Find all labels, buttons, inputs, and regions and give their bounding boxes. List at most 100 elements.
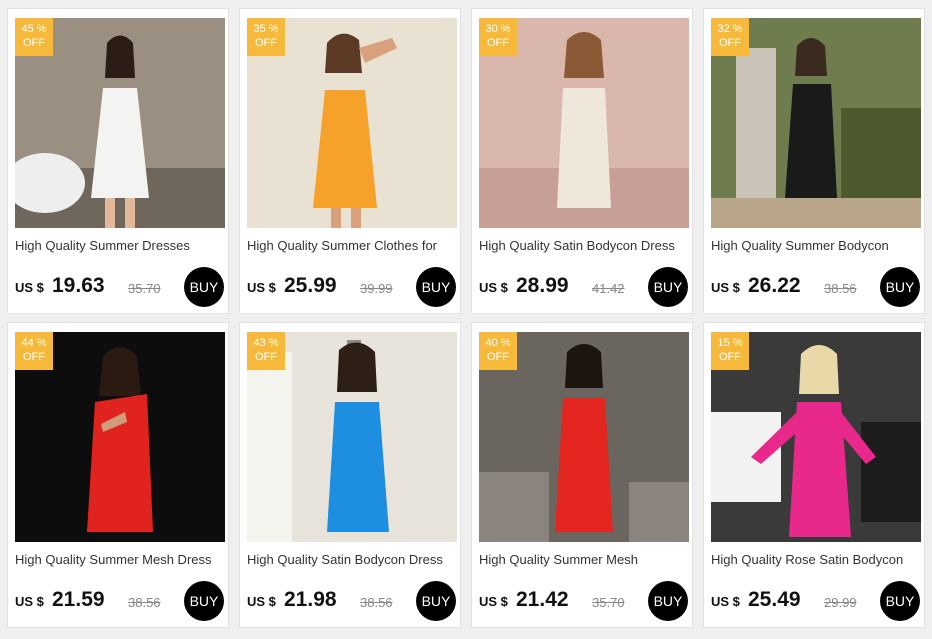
currency-label: US $	[15, 594, 44, 609]
currency-label: US $	[15, 280, 44, 295]
discount-off-label: OFF	[719, 351, 741, 363]
original-price: 41.42	[592, 281, 625, 296]
discount-badge: 35 % OFF	[247, 18, 285, 56]
model-hair	[799, 345, 839, 394]
dress-shape	[557, 88, 611, 208]
product-card[interactable]: 35 % OFF High Quality Summer Clothes for…	[239, 8, 461, 314]
discount-off-label: OFF	[255, 37, 277, 49]
current-price: 25.99	[284, 274, 337, 297]
statue-pedestal	[736, 48, 776, 198]
model-hair	[564, 32, 604, 78]
buy-button[interactable]: BUY	[416, 581, 456, 621]
model-leg	[331, 208, 341, 228]
car	[861, 422, 921, 522]
discount-off-label: OFF	[255, 351, 277, 363]
discount-badge: 40 % OFF	[479, 332, 517, 370]
model-hair	[99, 347, 141, 396]
original-price: 35.70	[592, 595, 625, 610]
current-price: 19.63	[52, 274, 105, 297]
original-price: 29.99	[824, 595, 857, 610]
product-title[interactable]: High Quality Satin Bodycon Dress	[247, 552, 459, 567]
product-title[interactable]: High Quality Rose Satin Bodycon	[711, 552, 923, 567]
product-image[interactable]: 43 % OFF	[247, 332, 457, 542]
product-card[interactable]: 45 % OFF High Quality Summer Dresses US …	[7, 8, 229, 314]
product-title[interactable]: High Quality Summer Clothes for	[247, 238, 459, 253]
discount-off-label: OFF	[487, 37, 509, 49]
product-card[interactable]: 15 % OFF High Quality Rose Satin Bodycon…	[703, 322, 925, 628]
buy-button[interactable]: BUY	[880, 581, 920, 621]
product-grid: 45 % OFF High Quality Summer Dresses US …	[0, 0, 932, 639]
product-card[interactable]: 43 % OFF High Quality Satin Bodycon Dres…	[239, 322, 461, 628]
discount-badge: 44 % OFF	[15, 332, 53, 370]
current-price: 21.59	[52, 588, 105, 611]
buy-button[interactable]: BUY	[880, 267, 920, 307]
model-hair	[795, 38, 827, 76]
currency-label: US $	[247, 594, 276, 609]
discount-badge: 45 % OFF	[15, 18, 53, 56]
product-title[interactable]: High Quality Satin Bodycon Dress	[479, 238, 691, 253]
dress-shape	[785, 84, 837, 198]
current-price: 25.49	[748, 588, 801, 611]
discount-percent: 30 %	[485, 23, 511, 35]
currency-label: US $	[711, 280, 740, 295]
window	[247, 352, 292, 542]
discount-badge: 15 % OFF	[711, 332, 749, 370]
current-price: 28.99	[516, 274, 569, 297]
currency-label: US $	[479, 280, 508, 295]
original-price: 38.56	[824, 281, 857, 296]
product-image[interactable]: 15 % OFF	[711, 332, 921, 542]
original-price: 38.56	[128, 595, 161, 610]
current-price: 21.98	[284, 588, 337, 611]
car	[711, 412, 781, 502]
discount-off-label: OFF	[719, 37, 741, 49]
rock	[629, 482, 689, 542]
ground	[711, 198, 921, 228]
discount-off-label: OFF	[23, 37, 45, 49]
original-price: 39.99	[360, 281, 393, 296]
model-hair	[565, 344, 603, 388]
original-price: 38.56	[360, 595, 393, 610]
current-price: 21.42	[516, 588, 569, 611]
current-price: 26.22	[748, 274, 801, 297]
model-leg	[125, 198, 135, 228]
model-hair	[325, 33, 362, 73]
dress-shape	[555, 398, 613, 532]
product-title[interactable]: High Quality Summer Mesh Dress	[15, 552, 227, 567]
discount-percent: 15 %	[717, 337, 743, 349]
discount-percent: 44 %	[21, 337, 47, 349]
buy-button[interactable]: BUY	[184, 267, 224, 307]
product-card[interactable]: 30 % OFF High Quality Satin Bodycon Dres…	[471, 8, 693, 314]
buy-button[interactable]: BUY	[184, 581, 224, 621]
discount-off-label: OFF	[23, 351, 45, 363]
product-image[interactable]: 45 % OFF	[15, 18, 225, 228]
product-image[interactable]: 40 % OFF	[479, 332, 689, 542]
product-title[interactable]: High Quality Summer Dresses	[15, 238, 227, 253]
product-card[interactable]: 44 % OFF High Quality Summer Mesh Dress …	[7, 322, 229, 628]
product-card[interactable]: 40 % OFF High Quality Summer Mesh US $ 2…	[471, 322, 693, 628]
currency-label: US $	[711, 594, 740, 609]
product-image[interactable]: 35 % OFF	[247, 18, 457, 228]
discount-percent: 43 %	[253, 337, 279, 349]
product-title[interactable]: High Quality Summer Bodycon	[711, 238, 923, 253]
currency-label: US $	[479, 594, 508, 609]
model-leg	[105, 198, 115, 228]
product-image[interactable]: 32 % OFF	[711, 18, 921, 228]
rock	[479, 472, 549, 542]
model-hair	[105, 35, 135, 78]
buy-button[interactable]: BUY	[416, 267, 456, 307]
product-card[interactable]: 32 % OFF High Quality Summer Bodycon US …	[703, 8, 925, 314]
discount-badge: 43 % OFF	[247, 332, 285, 370]
discount-percent: 40 %	[485, 337, 511, 349]
model-hair	[337, 342, 377, 392]
dress-shape	[327, 402, 389, 532]
currency-label: US $	[247, 280, 276, 295]
buy-button[interactable]: BUY	[648, 267, 688, 307]
model-leg	[351, 208, 361, 228]
product-image[interactable]: 30 % OFF	[479, 18, 689, 228]
discount-off-label: OFF	[487, 351, 509, 363]
buy-button[interactable]: BUY	[648, 581, 688, 621]
original-price: 35.70	[128, 281, 161, 296]
product-image[interactable]: 44 % OFF	[15, 332, 225, 542]
product-title[interactable]: High Quality Summer Mesh	[479, 552, 691, 567]
discount-percent: 32 %	[717, 23, 743, 35]
